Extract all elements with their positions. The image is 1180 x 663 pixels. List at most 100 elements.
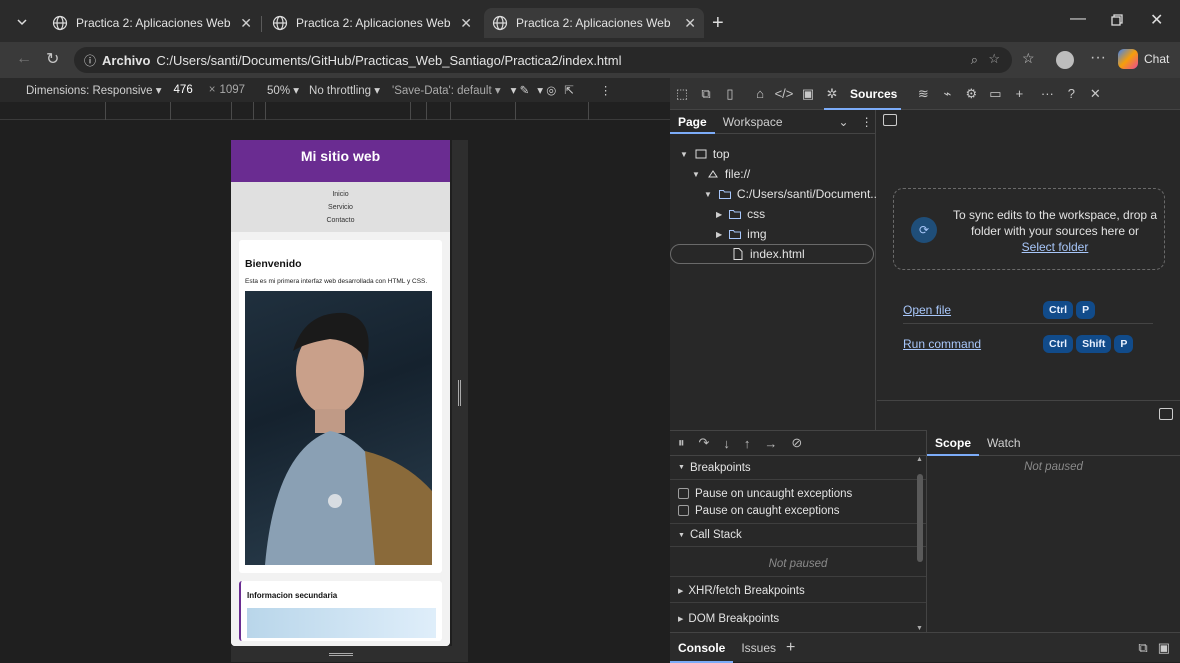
profile-avatar[interactable] [1056, 51, 1074, 69]
dock-icon[interactable]: ▯ [718, 82, 742, 106]
sources-bug-icon[interactable]: ✲ [820, 82, 844, 106]
tree-item-img[interactable]: ▶ img [716, 224, 767, 244]
sidebar-scrollbar[interactable]: ▲ ▼ [914, 456, 926, 632]
browser-tab-1[interactable]: Practica 2: Aplicaciones Web ✕ [44, 8, 260, 38]
favorites-icon[interactable]: ☆ [1022, 50, 1035, 67]
console-icon[interactable]: ▣ [796, 82, 820, 106]
back-arrow-icon[interactable]: ← [16, 50, 32, 68]
resize-handle-bottom[interactable] [231, 646, 468, 662]
dimensions-select[interactable]: Dimensions: Responsive ▾ [26, 83, 162, 97]
globe-icon [52, 15, 68, 31]
new-tab-plus-icon[interactable]: + [712, 12, 724, 35]
chevron-down-icon[interactable]: ⌄ [839, 115, 849, 129]
tab-search-chevron-icon[interactable] [14, 14, 30, 30]
width-input[interactable]: 476 [174, 84, 193, 96]
elements-icon[interactable]: </> [772, 82, 796, 106]
close-tab-icon[interactable]: ✕ [460, 15, 472, 32]
tab-watch[interactable]: Watch [979, 430, 1029, 456]
checkbox[interactable] [678, 488, 689, 499]
globe-icon [492, 15, 508, 31]
browser-tab-3-active[interactable]: Practica 2: Aplicaciones Web ✕ [484, 8, 704, 38]
open-file-link[interactable]: Open file [903, 303, 1043, 317]
nav-link-contacto[interactable]: Contacto [231, 214, 450, 227]
tree-item-css[interactable]: ▶ css [716, 204, 765, 224]
breakpoints-section[interactable]: ▼ Breakpoints [670, 456, 926, 480]
toolbar-more-icon[interactable]: ⋮ [600, 83, 612, 97]
toggle-navigator-icon[interactable] [883, 114, 897, 126]
close-tab-icon[interactable]: ✕ [684, 15, 696, 32]
select-folder-link[interactable]: Select folder [1022, 240, 1089, 254]
workspace-drop-zone[interactable]: ⟳ To sync edits to the workspace, drop a… [893, 188, 1165, 270]
more-menu-icon[interactable]: ··· [1090, 49, 1106, 67]
star-icon[interactable]: ☆ [988, 51, 1000, 67]
ruler-tick [253, 102, 254, 120]
network-icon[interactable]: ≋ [911, 82, 935, 106]
welcome-home-icon[interactable]: ⌂ [748, 82, 772, 106]
pause-uncaught-checkbox[interactable]: Pause on uncaught exceptions [670, 485, 926, 502]
rotate-icon[interactable]: ⇱ [564, 83, 574, 97]
height-input[interactable]: 1097 [219, 84, 245, 96]
performance-icon[interactable]: ⌁ [935, 82, 959, 106]
add-drawer-tab-plus-icon[interactable]: + [786, 639, 795, 657]
tree-item-top[interactable]: ▼ top [680, 144, 730, 164]
address-input[interactable]: ⓘ Archivo C:/Users/santi/Documents/GitHu… [74, 47, 1012, 73]
checkbox[interactable] [678, 505, 689, 516]
tab-console[interactable]: Console [670, 633, 734, 663]
inspect-element-icon[interactable]: ⬚ [670, 82, 694, 106]
info-icon[interactable]: ⓘ [84, 52, 96, 69]
sensor-icon[interactable]: ▾ ◎ [537, 83, 556, 97]
settings-gear-icon[interactable]: ⚙ [959, 82, 983, 106]
reload-icon[interactable]: ↻ [46, 49, 59, 69]
application-icon[interactable]: ▭ [983, 82, 1007, 106]
resize-handle-right[interactable] [452, 140, 468, 646]
pause-icon[interactable]: ⏸ [678, 435, 685, 451]
nav-link-inicio[interactable]: Inicio [231, 188, 450, 201]
xhr-breakpoints-section[interactable]: ▶ XHR/fetch Breakpoints [670, 579, 926, 603]
dom-breakpoints-section[interactable]: ▶ DOM Breakpoints [670, 607, 926, 631]
tab-workspace[interactable]: Workspace [715, 110, 791, 134]
ruler-tick [410, 102, 411, 120]
emulated-page[interactable]: Mi sitio web Inicio Servicio Contacto Bi… [231, 140, 450, 646]
toggle-debugger-icon[interactable] [1159, 408, 1173, 420]
restore-icon[interactable] [1110, 13, 1124, 27]
close-drawer-icon[interactable]: ▣ [1158, 640, 1170, 656]
browser-tab-2[interactable]: Practica 2: Aplicaciones Web ✕ [264, 8, 480, 38]
tab-sources[interactable]: Sources [823, 78, 902, 110]
tree-item-folder[interactable]: ▼ C:/Users/santi/Document... [704, 184, 880, 204]
tree-item-origin[interactable]: ▼ file:// [692, 164, 750, 184]
tab-page[interactable]: Page [670, 110, 715, 134]
step-icon[interactable]: → [764, 436, 777, 451]
tree-item-index-html-selected[interactable]: index.html [670, 244, 874, 264]
run-command-link[interactable]: Run command [903, 337, 1043, 351]
site-main: Bienvenido Esta es mi primera interfaz w… [231, 232, 450, 646]
step-over-icon[interactable]: ↷ [699, 435, 710, 451]
device-toggle-icon[interactable]: ⧉ [694, 82, 718, 106]
step-into-icon[interactable]: ↓ [723, 436, 730, 451]
tab-issues[interactable]: Issues [733, 633, 784, 663]
save-data-select[interactable]: 'Save-Data': default ▾ [392, 83, 501, 97]
close-devtools-icon[interactable]: ✕ [1083, 82, 1107, 106]
call-stack-section[interactable]: ▼ Call Stack [670, 523, 926, 547]
close-window-icon[interactable]: ✕ [1150, 10, 1163, 30]
deactivate-breakpoints-icon[interactable]: ⊘ [791, 435, 802, 451]
zoom-select[interactable]: 50% ▾ [267, 83, 299, 97]
pause-caught-checkbox[interactable]: Pause on caught exceptions [670, 502, 926, 519]
dock-drawer-icon[interactable]: ⧉ [1138, 640, 1147, 656]
ruler-tick [105, 102, 106, 120]
copilot-chat-button[interactable]: Chat [1118, 49, 1169, 69]
throttling-select[interactable]: No throttling ▾ [309, 83, 380, 97]
minimize-icon[interactable]: — [1070, 10, 1086, 28]
throttling-label: No throttling [309, 85, 372, 97]
folder-icon [729, 230, 742, 239]
devtools-more-icon[interactable]: ··· [1035, 82, 1059, 106]
more-tools-plus-icon[interactable]: + [1007, 82, 1031, 106]
zoom-search-icon[interactable]: ⌕ [971, 52, 978, 68]
nav-link-servicio[interactable]: Servicio [231, 201, 450, 214]
welcome-title: Bienvenido [245, 258, 302, 270]
help-icon[interactable]: ? [1059, 82, 1083, 106]
pen-icon[interactable]: ▾ ✎ [511, 83, 530, 97]
navigator-more-icon[interactable]: ⋮ [861, 115, 873, 129]
close-tab-icon[interactable]: ✕ [240, 15, 252, 32]
step-out-icon[interactable]: ↑ [744, 436, 751, 451]
tab-scope[interactable]: Scope [927, 430, 980, 456]
